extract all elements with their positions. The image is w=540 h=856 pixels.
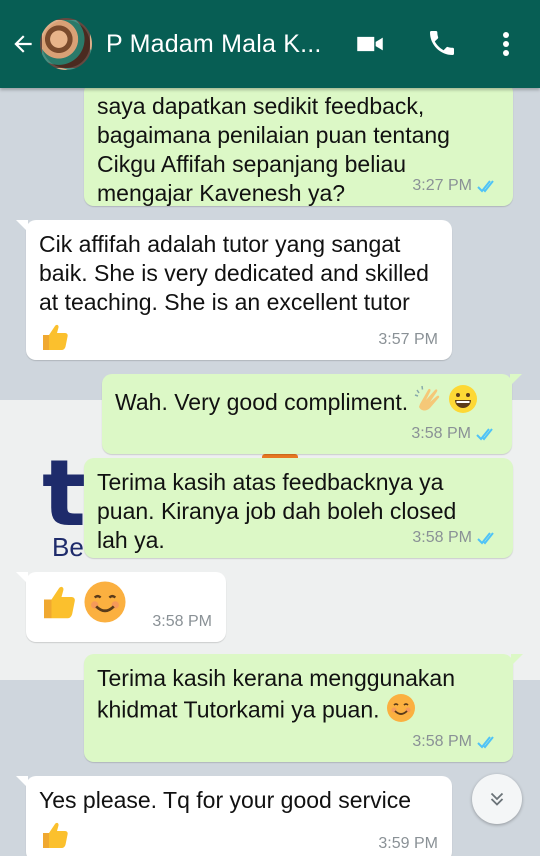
clapping-hands-icon <box>414 384 446 421</box>
read-ticks-icon <box>477 179 494 192</box>
message-meta: 3:58 PM <box>412 727 499 756</box>
smiling-face-icon <box>83 580 127 631</box>
message-meta: 3:58 PM <box>412 523 499 552</box>
message-bubble-outgoing[interactable]: saya dapatkan sedikit feedback, bagaiman… <box>84 88 513 206</box>
message-meta: 3:59 PM <box>378 829 438 856</box>
wallpaper-logo-text: Be <box>52 532 84 562</box>
grinning-face-icon <box>448 384 478 421</box>
video-call-icon[interactable] <box>353 27 387 66</box>
more-options-icon[interactable] <box>494 27 518 66</box>
thumbs-up-icon <box>39 582 79 629</box>
chat-area[interactable]: t Be saya dapatkan sedikit feedback, bag… <box>0 88 540 856</box>
read-ticks-icon <box>477 735 494 748</box>
message-meta: 3:58 PM <box>411 419 498 448</box>
message-time: 3:58 PM <box>152 613 212 630</box>
message-text: Yes please. Tq for your good service <box>39 787 412 813</box>
wallpaper-logo-letter: t <box>42 440 86 547</box>
message-time: 3:58 PM <box>412 529 472 546</box>
message-text: Wah. Very good compliment. <box>115 389 409 415</box>
contact-name[interactable]: P Madam Mala K... <box>106 30 336 59</box>
back-arrow-icon[interactable] <box>8 29 38 59</box>
smiling-face-icon <box>386 693 416 730</box>
message-bubble-outgoing[interactable]: Terima kasih kerana menggunakan khidmat … <box>84 654 523 762</box>
message-bubble-incoming[interactable]: Yes please. Tq for your good service 3:5… <box>16 776 452 856</box>
message-bubble-outgoing[interactable]: Terima kasih atas feedbacknya ya puan. K… <box>84 458 513 558</box>
message-bubble-outgoing[interactable]: Wah. Very good compliment. 3:58 PM <box>102 374 522 454</box>
chat-header: P Madam Mala K... <box>0 0 540 88</box>
message-meta: 3:27 PM <box>412 171 499 200</box>
message-time: 3:59 PM <box>378 835 438 852</box>
contact-avatar[interactable] <box>40 18 92 70</box>
scroll-to-bottom-button[interactable] <box>472 774 522 824</box>
message-meta: 3:57 PM <box>378 325 438 354</box>
message-bubble-incoming[interactable]: 3:58 PM <box>16 572 226 642</box>
chevron-double-down-icon <box>490 792 504 806</box>
phone-call-icon[interactable] <box>426 27 458 64</box>
message-time: 3:58 PM <box>411 425 471 442</box>
message-meta: 3:58 PM <box>152 607 212 636</box>
message-bubble-incoming[interactable]: Cik affifah adalah tutor yang sangat bai… <box>16 220 452 360</box>
read-ticks-icon <box>477 531 494 544</box>
message-time: 3:58 PM <box>412 733 472 750</box>
message-time: 3:57 PM <box>378 331 438 348</box>
message-text: Cik affifah adalah tutor yang sangat bai… <box>39 231 429 315</box>
message-time: 3:27 PM <box>412 177 472 194</box>
read-ticks-icon <box>476 427 493 440</box>
